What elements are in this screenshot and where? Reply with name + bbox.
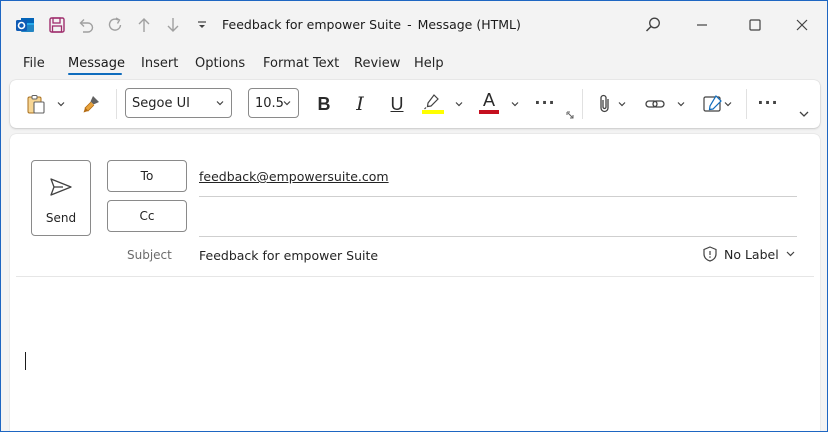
header-body-separator <box>16 276 814 277</box>
bold-button[interactable]: B <box>312 90 336 118</box>
maximize-icon[interactable] <box>745 15 765 35</box>
highlight-dropdown-chevron-icon[interactable] <box>453 98 465 110</box>
italic-label: I <box>356 93 364 115</box>
signature-dropdown-chevron-icon[interactable] <box>722 98 734 110</box>
send-button[interactable]: Send <box>31 160 91 236</box>
to-field-underline <box>199 196 797 197</box>
to-label: To <box>140 169 154 183</box>
font-size-value: 10.5 <box>255 95 284 111</box>
window-title-suffix: Message (HTML) <box>417 17 521 32</box>
font-size-dropdown[interactable]: 10.5 <box>248 88 299 118</box>
underline-label: U <box>390 93 404 114</box>
tab-insert[interactable]: Insert <box>141 56 178 71</box>
close-icon[interactable] <box>792 15 812 35</box>
window-title-separator: - <box>407 17 412 32</box>
window-title: Feedback for empower Suite - Message (HTML… <box>222 17 521 32</box>
up-arrow-icon[interactable] <box>134 15 154 35</box>
tab-format-text[interactable]: Format Text <box>263 56 339 71</box>
more-options-button[interactable]: ··· <box>754 92 782 112</box>
customize-toolbar-icon[interactable] <box>195 17 209 33</box>
tab-help[interactable]: Help <box>414 56 444 71</box>
message-body[interactable] <box>16 280 814 430</box>
paste-icon[interactable] <box>24 92 48 116</box>
dialog-launcher-icon[interactable] <box>565 110 575 120</box>
font-color-dropdown-chevron-icon[interactable] <box>509 98 521 110</box>
save-icon[interactable] <box>47 15 67 35</box>
sensitivity-shield-icon <box>702 246 718 262</box>
search-icon[interactable] <box>643 15 663 35</box>
more-formatting-label: ··· <box>534 92 556 112</box>
cc-button[interactable]: Cc <box>107 200 187 232</box>
font-name-value: Segoe UI <box>132 95 190 111</box>
sensitivity-chevron-icon <box>785 249 796 259</box>
paste-dropdown-chevron-icon[interactable] <box>55 98 67 110</box>
window-title-subject: Feedback for empower Suite <box>222 17 402 32</box>
subject-label: Subject <box>127 248 172 262</box>
tab-message[interactable]: Message <box>68 56 125 71</box>
cc-field-underline <box>199 236 797 237</box>
to-recipient[interactable]: feedback@empowersuite.com <box>199 169 389 184</box>
undo-icon[interactable] <box>76 15 96 35</box>
ribbon-toolbar: Segoe UI 10.5 B I U A ··· ··· <box>10 80 820 128</box>
ribbon-expand-chevron-icon[interactable] <box>797 108 811 120</box>
sensitivity-label-button[interactable]: No Label <box>702 246 796 262</box>
tab-review[interactable]: Review <box>354 56 400 71</box>
font-color-bar <box>479 110 499 114</box>
ribbon-tabs: File Message Insert Options Format Text … <box>0 50 828 78</box>
redo-icon[interactable] <box>105 15 125 35</box>
send-label: Send <box>45 211 77 225</box>
underline-button[interactable]: U <box>385 90 409 118</box>
tab-file[interactable]: File <box>23 56 45 71</box>
ribbon-separator <box>116 89 117 119</box>
send-icon <box>49 177 73 201</box>
outlook-logo-icon <box>15 15 35 35</box>
more-formatting-button[interactable]: ··· <box>531 92 559 112</box>
attach-file-dropdown-chevron-icon[interactable] <box>616 98 628 110</box>
link-icon[interactable] <box>643 92 667 116</box>
font-name-dropdown[interactable]: Segoe UI <box>125 88 232 118</box>
cc-label: Cc <box>139 209 155 223</box>
font-name-chevron-icon <box>215 97 225 112</box>
italic-button[interactable]: I <box>348 90 372 118</box>
attach-file-icon[interactable] <box>594 92 616 116</box>
active-tab-indicator <box>68 73 122 75</box>
font-color-button[interactable]: A <box>477 88 501 112</box>
font-size-chevron-icon <box>282 97 292 112</box>
format-painter-icon[interactable] <box>80 92 104 116</box>
cc-input[interactable] <box>199 209 797 227</box>
ribbon-separator <box>746 89 747 119</box>
more-options-label: ··· <box>757 92 779 112</box>
text-cursor <box>25 352 26 370</box>
link-dropdown-chevron-icon[interactable] <box>675 98 687 110</box>
highlight-color-bar <box>422 110 444 114</box>
bold-label: B <box>317 93 331 114</box>
message-compose-area: Send To feedback@empowersuite.com Cc Sub… <box>10 134 820 432</box>
sensitivity-label-text: No Label <box>724 246 779 262</box>
down-arrow-icon[interactable] <box>163 15 183 35</box>
tab-options[interactable]: Options <box>195 56 245 71</box>
to-button[interactable]: To <box>107 160 187 192</box>
subject-input[interactable]: Feedback for empower Suite <box>199 248 378 263</box>
font-color-label: A <box>482 89 495 110</box>
ribbon-separator <box>582 89 583 119</box>
title-bar: Feedback for empower Suite - Message (HTML… <box>0 0 828 50</box>
minimize-icon[interactable] <box>692 15 712 35</box>
